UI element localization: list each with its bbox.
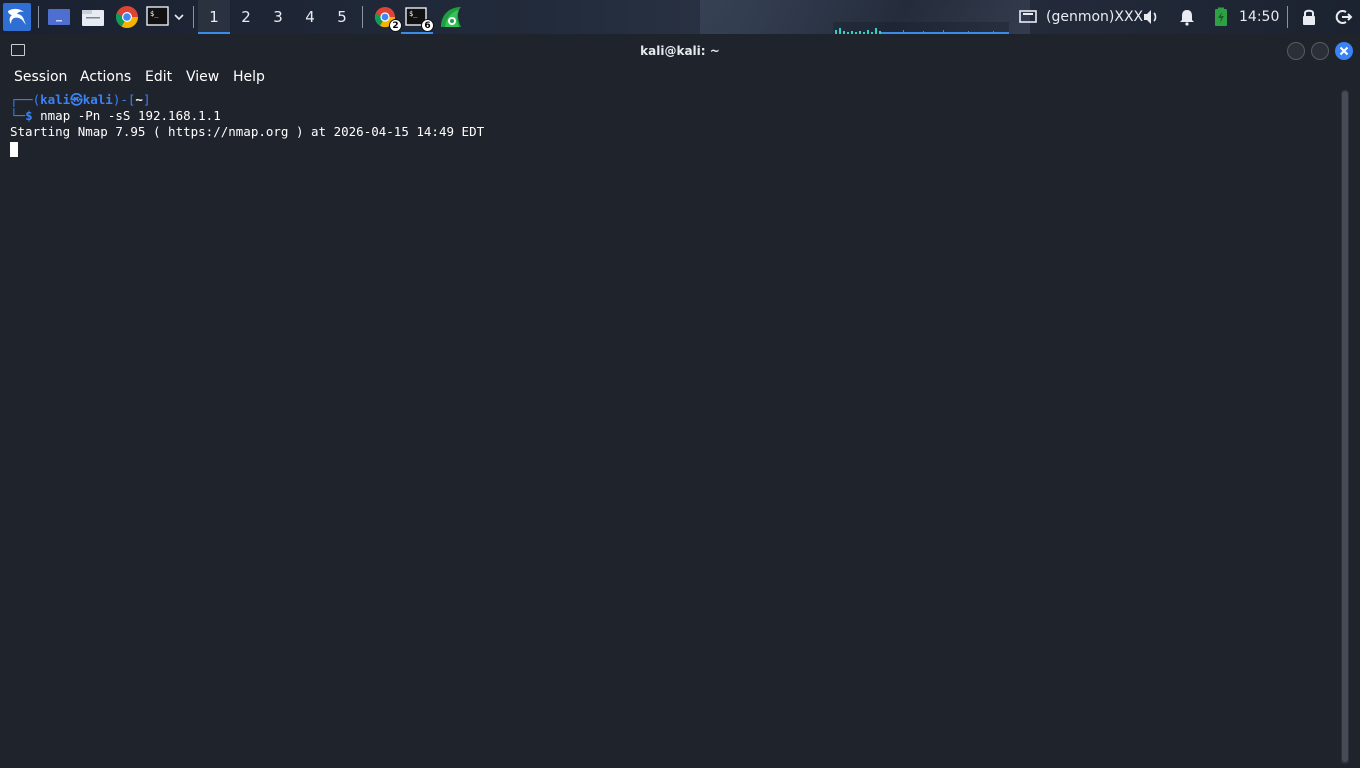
logout-icon[interactable] <box>1333 7 1353 27</box>
close-button[interactable] <box>1335 42 1353 60</box>
chevron-down-icon <box>174 14 184 21</box>
prompt-directory: ~ <box>135 92 143 107</box>
menu-edit[interactable]: Edit <box>145 66 172 88</box>
chrome-icon <box>115 6 138 28</box>
prompt-dollar: $ <box>25 108 33 123</box>
task-chrome[interactable]: 2 <box>370 2 402 32</box>
menu-actions[interactable]: Actions <box>80 66 131 88</box>
terminal-dropdown[interactable] <box>172 4 186 30</box>
window-title: kali@kali: ~ <box>640 44 720 58</box>
window-titlebar[interactable]: kali@kali: ~ <box>0 36 1360 66</box>
panel-separator <box>193 6 194 28</box>
panel-separator <box>1287 6 1288 28</box>
battery-icon[interactable] <box>1211 7 1231 27</box>
browser-launcher[interactable] <box>114 4 140 30</box>
clock[interactable]: 14:50 <box>1239 0 1279 34</box>
workspace-4[interactable]: 4 <box>294 0 326 34</box>
terminal-icon: $_ <box>146 6 169 26</box>
output-line: Starting Nmap 7.95 ( https://nmap.org ) … <box>10 124 485 139</box>
menu-bar: Session Actions Edit View Help <box>0 66 1360 88</box>
task-wireshark[interactable] <box>436 2 466 32</box>
panel-separator <box>38 6 39 28</box>
workspace-1[interactable]: 1 <box>198 0 230 34</box>
workspace-5[interactable]: 5 <box>326 0 358 34</box>
prompt-prefix: ┌──( <box>10 92 41 107</box>
kali-dragon-icon <box>8 8 26 25</box>
menu-help[interactable]: Help <box>233 66 265 88</box>
wireshark-icon <box>441 7 461 27</box>
terminal-launcher[interactable]: $_ <box>146 4 172 30</box>
menu-view[interactable]: View <box>186 66 219 88</box>
workspace-3[interactable]: 3 <box>262 0 294 34</box>
display-icon[interactable] <box>1018 7 1038 27</box>
lock-icon[interactable] <box>1299 7 1319 27</box>
prompt-second-prefix: └─ <box>10 108 26 123</box>
svg-text:$_: $_ <box>150 10 159 18</box>
text-cursor <box>10 142 18 157</box>
terminal-output-area[interactable]: ┌──(kali㉿kali)-[~] └─$ nmap -Pn -sS 192.… <box>0 90 1338 766</box>
prompt-at-symbol: ㉿ <box>70 92 83 107</box>
close-icon <box>1339 46 1349 56</box>
prompt-user: kali <box>40 92 71 107</box>
svg-text:$_: $_ <box>409 10 418 18</box>
minimize-button[interactable] <box>1287 42 1305 60</box>
prompt-line-2: └─$ nmap -Pn -sS 192.168.1.1 <box>10 108 221 124</box>
network-monitor-graph <box>833 22 1009 34</box>
notifications-bell-icon[interactable] <box>1177 7 1197 27</box>
command-text: nmap -Pn -sS 192.168.1.1 <box>32 108 221 123</box>
prompt-mid: )-[ <box>112 92 136 107</box>
prompt-close: ] <box>142 92 151 107</box>
task-terminal[interactable]: $_ 6 <box>401 2 434 34</box>
prompt-host: kali <box>82 92 113 107</box>
folder-icon <box>82 10 104 26</box>
scrollbar-thumb[interactable] <box>1342 91 1348 762</box>
task-badge: 6 <box>421 19 434 32</box>
volume-icon[interactable] <box>1141 7 1161 27</box>
terminal-window: kali@kali: ~ Session Actions Edit View H… <box>0 36 1360 768</box>
file-manager-launcher[interactable] <box>80 4 106 30</box>
show-desktop-launcher[interactable] <box>46 4 72 30</box>
menu-session[interactable]: Session <box>14 66 67 88</box>
maximize-button[interactable] <box>1311 42 1329 60</box>
task-badge: 2 <box>389 19 402 32</box>
panel-separator <box>362 6 363 28</box>
workspace-2[interactable]: 2 <box>230 0 262 34</box>
desktop-icon <box>48 9 70 25</box>
kali-menu-button[interactable] <box>3 3 31 31</box>
top-panel: $_ 1 2 3 4 5 2 $_ 6 (genmon)XXX 14:50 <box>0 0 1360 34</box>
genmon-plugin[interactable]: (genmon)XXX <box>1046 0 1143 34</box>
prompt-line-1: ┌──(kali㉿kali)-[~] <box>10 92 150 108</box>
